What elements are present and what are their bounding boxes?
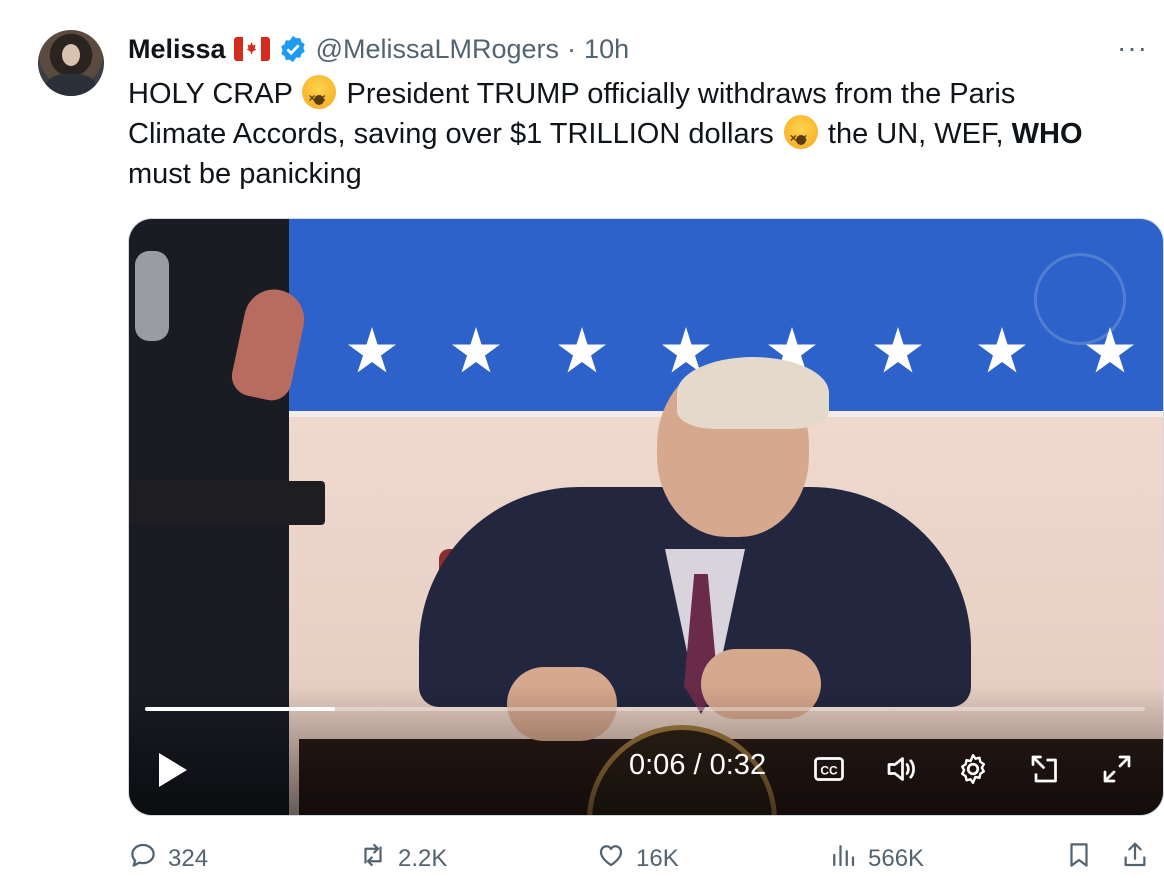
- tweet-actions: 324 2.2K 16K 566K: [128, 838, 1158, 878]
- pop-out-icon[interactable]: [1025, 749, 1065, 789]
- video-progress-fill: [145, 707, 335, 711]
- fullscreen-icon[interactable]: [1097, 749, 1137, 789]
- bookmark-icon: [1064, 840, 1094, 877]
- more-icon[interactable]: ···: [1117, 32, 1148, 64]
- tweet-text-part: must be panicking: [128, 158, 362, 190]
- tweet-text-part: Climate Accords, saving over $1 TRILLION…: [128, 118, 774, 150]
- verified-badge-icon[interactable]: [278, 34, 308, 64]
- tweet-text: HOLY CRAP President TRUMP officially wit…: [128, 74, 1128, 194]
- reply-button[interactable]: 324: [128, 840, 208, 877]
- like-button[interactable]: 16K: [596, 840, 679, 877]
- microphone-icon: [135, 251, 169, 341]
- video-current-time: 0:06: [629, 749, 686, 781]
- video-player[interactable]: 0:06 / 0:32 CC: [128, 218, 1164, 816]
- video-time-separator: /: [685, 749, 710, 781]
- tweet-text-bold: WHO: [1011, 118, 1083, 150]
- views-count: 566K: [868, 844, 925, 872]
- views-button[interactable]: 566K: [828, 840, 924, 877]
- canada-flag-icon: [233, 37, 270, 61]
- tweet-text-part: President TRUMP officially withdraws fro…: [338, 78, 1016, 110]
- reply-count: 324: [168, 844, 209, 872]
- share-icon: [1120, 840, 1150, 877]
- tweet-header: Melissa @MelissaLMRogers · 10h: [128, 30, 629, 68]
- dizzy-face-emoji-icon: [783, 115, 818, 158]
- cc-icon[interactable]: CC: [809, 749, 849, 789]
- avatar-body: [46, 74, 96, 96]
- views-icon: [828, 840, 858, 877]
- video-progress-bar[interactable]: [145, 707, 1145, 711]
- bookmark-button[interactable]: [1064, 840, 1094, 877]
- tweet: Melissa @MelissaLMRogers · 10h ··· HOLY …: [0, 0, 1164, 878]
- repost-icon: [358, 840, 388, 877]
- like-count: 16K: [636, 844, 679, 872]
- play-icon[interactable]: [159, 753, 187, 787]
- repost-button[interactable]: 2.2K: [358, 840, 447, 877]
- repost-count: 2.2K: [398, 844, 448, 872]
- tweet-timestamp[interactable]: 10h: [584, 34, 629, 65]
- tweet-text-part: the UN, WEF,: [819, 118, 1012, 150]
- reply-icon: [128, 840, 158, 877]
- svg-text:CC: CC: [820, 763, 838, 777]
- video-timecode: 0:06 / 0:32: [629, 749, 766, 782]
- share-button[interactable]: [1120, 840, 1150, 877]
- video-scene-folders: [129, 481, 325, 525]
- video-scene-hair: [677, 357, 829, 429]
- tweet-text-part: HOLY CRAP: [128, 78, 293, 110]
- volume-icon[interactable]: [881, 749, 921, 789]
- author-name[interactable]: Melissa: [128, 34, 226, 65]
- video-duration: 0:32: [709, 749, 767, 781]
- author-handle[interactable]: @MelissaLMRogers: [316, 34, 559, 65]
- like-icon: [596, 840, 626, 877]
- avatar[interactable]: [38, 30, 104, 96]
- watermark-seal: [1034, 253, 1126, 345]
- avatar-face: [62, 44, 80, 66]
- dizzy-face-emoji-icon: [302, 75, 337, 118]
- settings-icon[interactable]: [953, 749, 993, 789]
- header-separator: ·: [567, 33, 577, 64]
